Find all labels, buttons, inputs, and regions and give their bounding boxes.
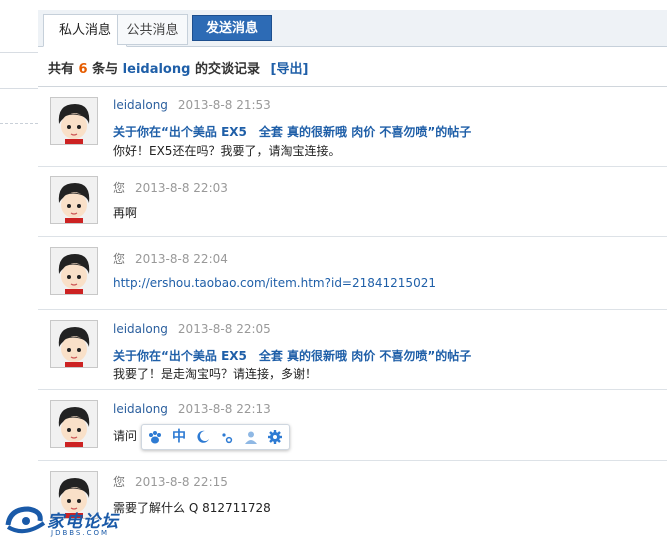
avatar[interactable] xyxy=(50,400,98,448)
user-icon[interactable] xyxy=(241,427,261,447)
send-message-button[interactable]: 发送消息 xyxy=(192,15,272,41)
message-time: 2013-8-8 21:53 xyxy=(177,98,271,112)
message-time: 2013-8-8 22:13 xyxy=(177,402,271,416)
sidebar-divider xyxy=(0,52,38,53)
conversation-user[interactable]: leidalong xyxy=(123,62,191,77)
summary-suffix: 的交谈记录 xyxy=(194,62,260,77)
message-count: 6 xyxy=(78,62,88,77)
tab-private-messages[interactable]: 私人消息 xyxy=(43,14,127,47)
message-meta: leidalong 2013-8-8 22:13 xyxy=(113,402,271,416)
message-item: 您 2013-8-8 22:15 需要了解什么 Q 812711728 xyxy=(38,460,667,541)
avatar[interactable] xyxy=(50,320,98,368)
avatar[interactable] xyxy=(50,97,98,145)
message-text: 需要了解什么 Q 812711728 xyxy=(113,501,271,515)
message-time: 2013-8-8 22:05 xyxy=(177,322,271,336)
avatar[interactable] xyxy=(50,176,98,224)
paw-icon[interactable] xyxy=(145,427,165,447)
sender-name: 您 xyxy=(113,252,126,266)
message-tabs: 私人消息 公共消息 发送消息 xyxy=(38,10,667,47)
watermark-sub: JDBBS.COM xyxy=(51,529,110,537)
message-text: 你好！EX5还在吗？我要了，请淘宝连接。 xyxy=(113,144,341,158)
sidebar-divider xyxy=(0,88,38,89)
moon-icon[interactable] xyxy=(193,427,213,447)
message-text: 我要了！是走淘宝吗？请连接，多谢！ xyxy=(113,367,318,381)
tab-public-messages[interactable]: 公共消息 xyxy=(117,14,188,45)
message-time: 2013-8-8 22:03 xyxy=(135,181,228,195)
sender-name[interactable]: leidalong xyxy=(113,322,168,336)
sidebar-divider xyxy=(0,123,38,124)
sender-name[interactable]: leidalong xyxy=(113,402,168,416)
sender-name[interactable]: leidalong xyxy=(113,98,168,112)
site-watermark: 家电论坛 JDBBS.COM xyxy=(4,503,129,539)
sender-name: 您 xyxy=(113,181,126,195)
message-text: 请问 xyxy=(113,429,138,443)
avatar[interactable] xyxy=(50,247,98,295)
message-meta: leidalong 2013-8-8 21:53 xyxy=(113,98,271,112)
message-item: leidalong 2013-8-8 22:05 关于你在“出个美品 EX5 全套… xyxy=(38,309,667,390)
left-sidebar xyxy=(0,0,38,541)
site-logo-icon xyxy=(5,506,46,534)
export-link[interactable]: [导出] xyxy=(271,62,309,77)
thread-link[interactable]: 关于你在“出个美品 EX5 全套 真的很新哦 肉价 不喜勿喷”的帖子 xyxy=(113,123,471,140)
thread-link[interactable]: 关于你在“出个美品 EX5 全套 真的很新哦 肉价 不喜勿喷”的帖子 xyxy=(113,347,471,364)
message-meta: 您 2013-8-8 22:04 xyxy=(113,250,228,267)
message-text: 再啊 xyxy=(113,206,138,220)
message-item: 您 2013-8-8 22:03 再啊 xyxy=(38,166,667,237)
conversation-summary: 共有 6 条与 leidalong 的交谈记录 [导出] xyxy=(48,58,308,77)
summary-prefix: 共有 xyxy=(48,62,75,77)
message-item: leidalong 2013-8-8 22:13 请问 xyxy=(38,389,667,461)
message-item: 您 2013-8-8 22:04 http://ershou.taobao.com… xyxy=(38,236,667,310)
message-time: 2013-8-8 22:04 xyxy=(135,252,228,266)
gear-icon[interactable] xyxy=(265,427,285,447)
message-link[interactable]: http://ershou.taobao.com/item.htm?id=218… xyxy=(113,276,436,290)
message-meta: 您 2013-8-8 22:03 xyxy=(113,179,228,196)
sender-name: 您 xyxy=(113,475,126,489)
chinese-mode-icon[interactable]: 中 xyxy=(169,427,189,447)
ime-toolbar[interactable]: 中 xyxy=(141,424,290,450)
message-meta: 您 2013-8-8 22:15 xyxy=(113,473,228,490)
summary-mid: 条与 xyxy=(92,62,119,77)
message-time: 2013-8-8 22:15 xyxy=(135,475,228,489)
message-item: leidalong 2013-8-8 21:53 关于你在“出个美品 EX5 全套… xyxy=(38,87,667,167)
punctuation-icon[interactable] xyxy=(217,427,237,447)
message-meta: leidalong 2013-8-8 22:05 xyxy=(113,322,271,336)
